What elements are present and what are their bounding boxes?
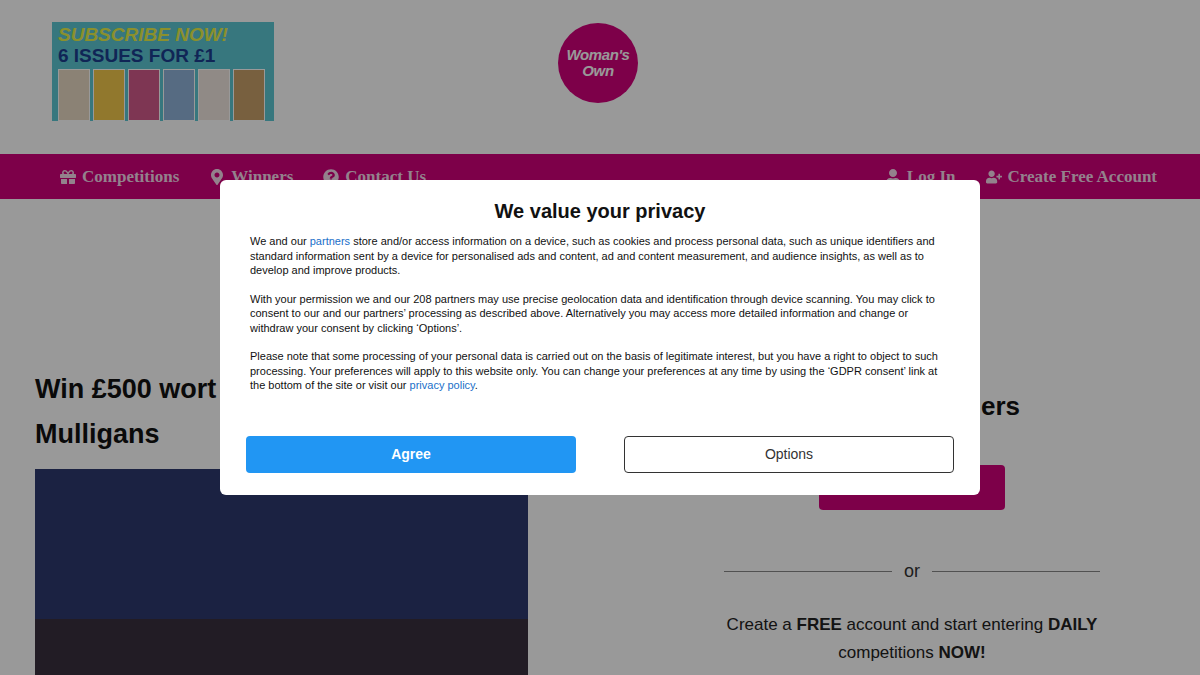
- agree-button[interactable]: Agree: [246, 436, 576, 473]
- dialog-buttons: Agree Options: [246, 416, 954, 473]
- dialog-link[interactable]: partners: [310, 235, 350, 247]
- overlay: We value your privacy We and our partners…: [0, 0, 1200, 675]
- dialog-paragraph: We and our partners store and/or access …: [250, 234, 950, 278]
- dialog-link[interactable]: privacy policy: [410, 379, 475, 391]
- privacy-dialog: We value your privacy We and our partners…: [220, 180, 980, 495]
- dialog-title: We value your privacy: [250, 198, 950, 224]
- dialog-paragraph: Please note that some processing of your…: [250, 349, 950, 393]
- options-button[interactable]: Options: [624, 436, 954, 473]
- dialog-paragraph: With your permission we and our 208 part…: [250, 292, 950, 336]
- page: SUBSCRIBE NOW!6 ISSUES FOR £1Woman'sOwnC…: [0, 0, 1200, 675]
